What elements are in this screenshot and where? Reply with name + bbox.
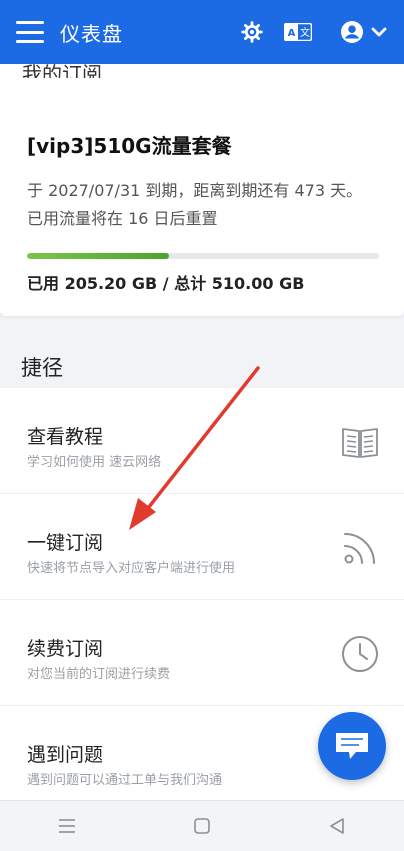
usage-progress-fill (27, 253, 169, 259)
reset-text: 已用流量将在 16 日后重置 (27, 209, 218, 228)
settings-icon[interactable] (240, 20, 264, 44)
menu-icon[interactable] (16, 21, 44, 43)
rss-icon (340, 528, 380, 568)
shortcut-subtitle: 学习如何使用 速云网络 (27, 455, 162, 470)
shortcut-subtitle: 快速将节点导入对应客户端进行使用 (27, 561, 236, 576)
shortcut-subtitle: 对您当前的订阅进行续费 (27, 667, 171, 682)
chevron-down-icon[interactable] (368, 21, 390, 43)
shortcut-title: 查看教程 (27, 426, 104, 448)
back-icon[interactable] (325, 814, 349, 838)
shortcut-title: 续费订阅 (27, 638, 104, 660)
clock-icon (340, 634, 380, 674)
svg-text:文: 文 (300, 26, 310, 39)
subscription-card: 我的订阅 [vip3]510G流量套餐 于 2027/07/31 到期，距离到期… (0, 62, 404, 316)
chat-icon (336, 733, 368, 759)
book-icon (340, 422, 380, 462)
recents-icon[interactable] (55, 814, 79, 838)
chat-button[interactable] (318, 712, 386, 780)
expiry-text: 于 2027/07/31 到期，距离到期还有 473 天。 (27, 181, 363, 200)
plan-name: [vip3]510G流量套餐 (27, 134, 232, 158)
translate-icon[interactable]: A文 (284, 20, 312, 44)
home-icon[interactable] (190, 814, 214, 838)
section-title-shortcuts: 捷径 (21, 356, 63, 380)
page-title: 仪表盘 (60, 21, 123, 46)
account-icon[interactable] (340, 20, 364, 44)
svg-text:A: A (288, 28, 296, 39)
shortcut-one-click-subscribe[interactable]: 一键订阅 快速将节点导入对应客户端进行使用 (0, 494, 404, 600)
system-navigation-bar (0, 800, 404, 851)
usage-progress-bar (27, 253, 379, 259)
shortcut-title: 遇到问题 (27, 744, 104, 766)
shortcut-title: 一键订阅 (27, 532, 104, 554)
shortcut-subtitle: 遇到问题可以通过工单与我们沟通 (27, 773, 223, 788)
app-bar: 仪表盘 A文 (0, 0, 404, 64)
usage-text: 已用 205.20 GB / 总计 510.00 GB (27, 274, 305, 293)
shortcut-renew[interactable]: 续费订阅 对您当前的订阅进行续费 (0, 600, 404, 706)
shortcut-tutorial[interactable]: 查看教程 学习如何使用 速云网络 (0, 388, 404, 494)
